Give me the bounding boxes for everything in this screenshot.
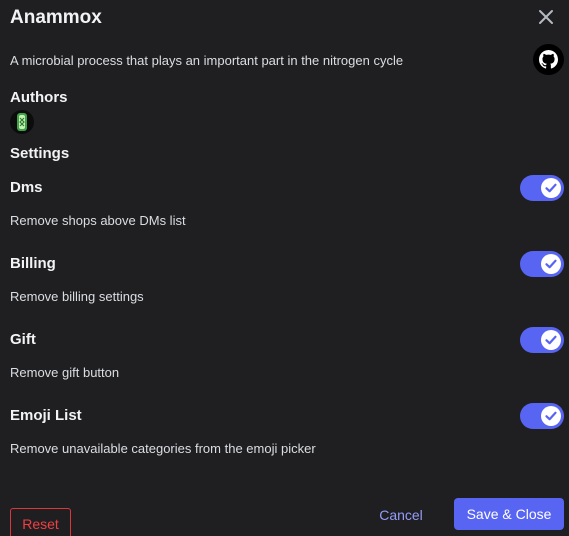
settings-heading: Settings — [10, 145, 70, 162]
setting-label-dms: Dms — [10, 179, 43, 196]
close-button[interactable] — [535, 6, 557, 28]
github-icon — [539, 50, 558, 69]
toggle-knob — [541, 254, 561, 274]
toggle-billing[interactable] — [520, 251, 564, 277]
setting-description-gift: Remove gift button — [10, 365, 120, 380]
check-icon — [545, 335, 557, 345]
toggle-emoji-list[interactable] — [520, 403, 564, 429]
toggle-knob — [541, 330, 561, 350]
toggle-gift[interactable] — [520, 327, 564, 353]
setting-label-billing: Billing — [10, 255, 56, 272]
setting-label-gift: Gift — [10, 331, 36, 348]
toggle-knob — [541, 406, 561, 426]
setting-description-emoji-list: Remove unavailable categories from the e… — [10, 441, 316, 456]
save-and-close-button[interactable]: Save & Close — [454, 498, 564, 530]
setting-description-billing: Remove billing settings — [10, 289, 144, 304]
author-avatar[interactable] — [10, 110, 34, 134]
setting-description-dms: Remove shops above DMs list — [10, 213, 186, 228]
plugin-settings-modal: Anammox A microbial process that plays a… — [0, 0, 569, 536]
reset-button[interactable]: Reset — [10, 508, 71, 536]
toggle-knob — [541, 178, 561, 198]
close-icon — [539, 10, 553, 24]
check-icon — [545, 183, 557, 193]
cancel-button[interactable]: Cancel — [372, 499, 430, 531]
github-link-button[interactable] — [533, 44, 564, 75]
author-avatar-image — [17, 113, 27, 131]
toggle-dms[interactable] — [520, 175, 564, 201]
check-icon — [545, 259, 557, 269]
authors-heading: Authors — [10, 89, 68, 106]
setting-label-emoji-list: Emoji List — [10, 407, 82, 424]
modal-title: Anammox — [10, 7, 102, 28]
plugin-description: A microbial process that plays an import… — [10, 53, 404, 68]
check-icon — [545, 411, 557, 421]
